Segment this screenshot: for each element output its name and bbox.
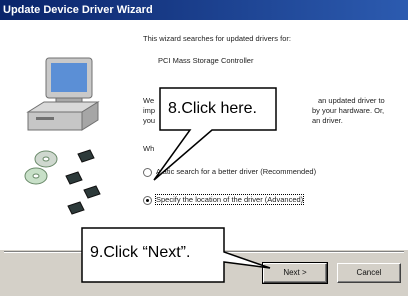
- title-bar: Update Device Driver Wizard: [0, 0, 408, 20]
- question-text: Wh: [143, 144, 155, 153]
- radio-automatic[interactable]: [143, 168, 152, 177]
- cancel-button[interactable]: Cancel: [337, 263, 401, 283]
- device-name: PCI Mass Storage Controller: [158, 56, 254, 65]
- paragraph-line3-end: an driver.: [312, 116, 343, 125]
- paragraph-line1-end: an updated driver to: [318, 96, 385, 105]
- option-specify-location[interactable]: Specify the location of the driver (Adva…: [143, 194, 393, 206]
- next-button[interactable]: Next >: [262, 262, 328, 284]
- floppy-icon: [65, 149, 101, 215]
- computer-illustration: [24, 57, 101, 215]
- pc-case-icon: [26, 101, 100, 131]
- callout-step9-text: 9.Click “Next”.: [90, 244, 191, 261]
- button-divider: [4, 251, 404, 253]
- wizard-window: Update Device Driver Wizard This wizard …: [0, 0, 408, 296]
- callout-step8-text: 8.Click here.: [168, 100, 257, 117]
- paragraph-line2-start: imp: [143, 106, 156, 115]
- option-automatic[interactable]: A atic search for a better driver (Recom…: [143, 166, 393, 178]
- radio-specify-location[interactable]: [143, 196, 152, 205]
- monitor-icon: [45, 57, 93, 105]
- paragraph-line3-start: you: [143, 116, 156, 125]
- window-title: Update Device Driver Wizard: [3, 4, 153, 16]
- wizard-content-panel: This wizard searches for updated drivers…: [0, 20, 408, 250]
- intro-text: This wizard searches for updated drivers…: [143, 34, 291, 43]
- paragraph-line2-end: by your hardware. Or,: [312, 106, 385, 115]
- paragraph-line1-start: We: [143, 96, 155, 105]
- cd-icon: [24, 150, 58, 185]
- option-automatic-label: A atic search for a better driver (Recom…: [156, 167, 317, 176]
- option-specify-location-label: Specify the location of the driver (Adva…: [154, 194, 305, 205]
